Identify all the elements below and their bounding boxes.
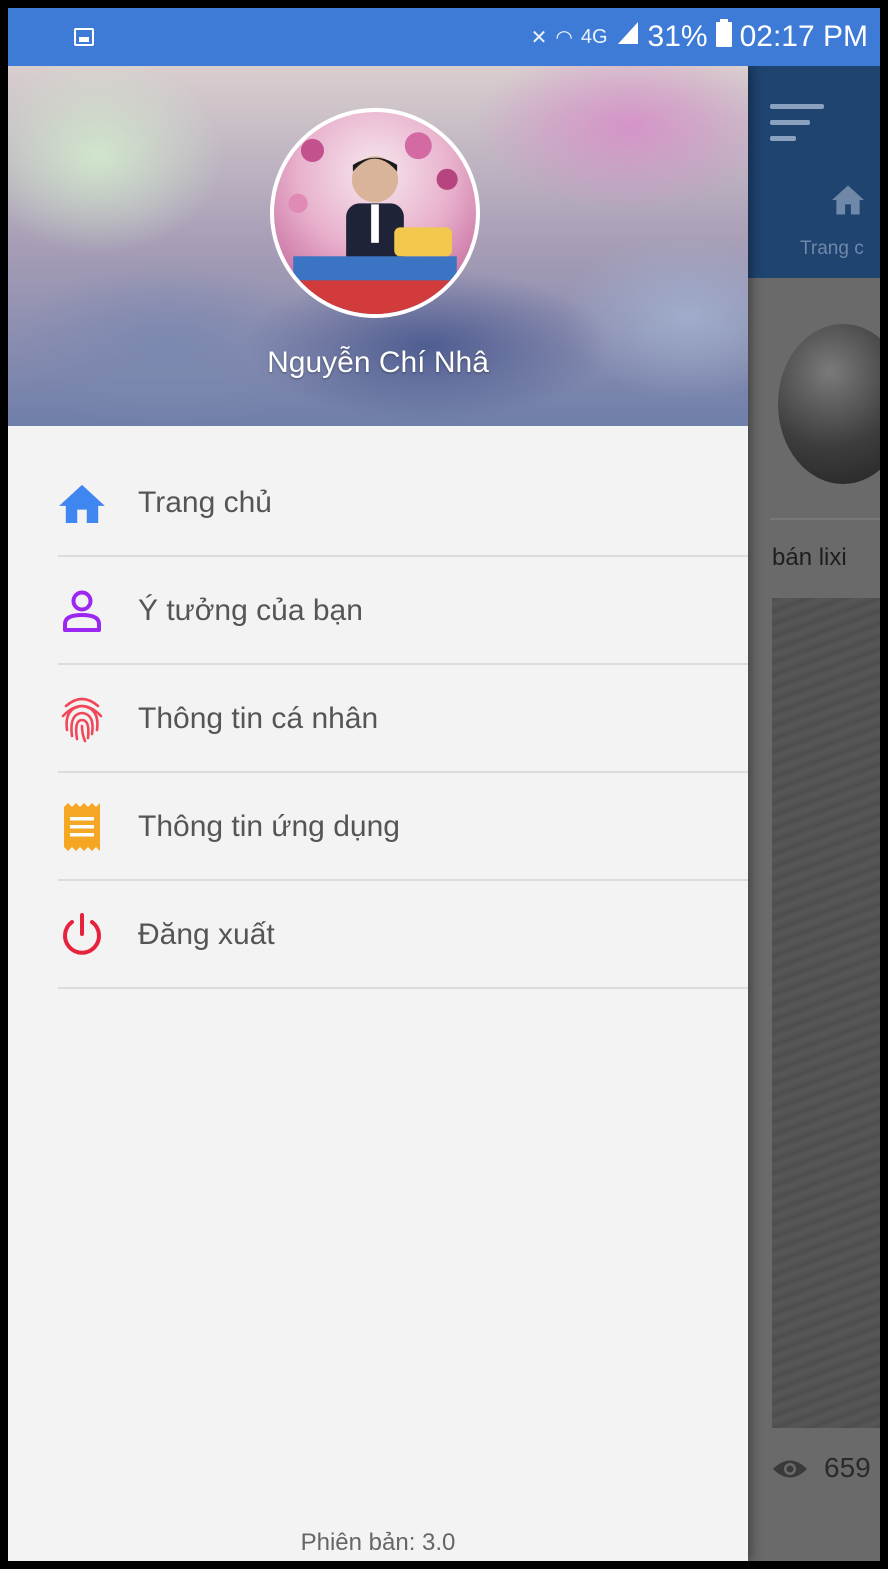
network-type-label: 4G [580,25,608,48]
avatar-photo [288,132,458,314]
menu-item-label: Ý tưởng của bạn [138,594,363,627]
menu-item-app-info[interactable]: Thông tin ứng dụng [8,773,748,881]
home-icon [832,185,864,215]
app-version: Phiên bản: 3.0 [300,1529,456,1556]
menu-item-profile[interactable]: Thông tin cá nhân [8,665,748,773]
drawer-menu: Trang chủ Ý tưởng của bạn Thông tin cá n… [8,449,748,989]
menu-item-label: Thông tin ứng dụng [138,810,400,843]
menu-item-label: Thông tin cá nhân [138,702,379,735]
gallery-notification-icon [74,28,94,46]
divider [770,518,880,520]
mute-icon: ✕ [530,26,548,49]
phone-screen: ✕ ◠ 4G 31% 02:17 PM Trang c bán lixi 659… [8,8,880,1561]
battery-percent: 31% [647,20,708,53]
receipt-icon [56,801,108,853]
post-text: bán lixi [772,544,847,571]
menu-item-ideas[interactable]: Ý tưởng của bạn [8,557,748,665]
menu-item-home[interactable]: Trang chủ [8,449,748,557]
hamburger-menu-icon [770,104,824,152]
status-indicators: ✕ ◠ 4G 31% 02:17 PM [531,8,868,66]
menu-item-logout[interactable]: Đăng xuất [8,881,748,989]
view-count: 659 [824,1452,871,1483]
background-app-scrim[interactable]: Trang c bán lixi 659 [748,66,880,1561]
status-bar: ✕ ◠ 4G 31% 02:17 PM [8,8,880,66]
drawer-header: Nguyễn Chí Nhâ [8,66,748,426]
person-icon [56,585,108,637]
background-app-header: Trang c [748,66,880,278]
home-tab-label: Trang c [800,238,864,259]
user-name: Nguyễn Chí Nhâ [267,346,489,379]
power-icon [56,909,108,961]
home-icon [56,477,108,529]
eye-icon [773,1460,807,1478]
user-avatar[interactable] [270,108,480,318]
battery-icon [715,19,732,55]
wifi-icon: ◠ [555,26,573,49]
clock: 02:17 PM [739,20,868,53]
post-image [772,598,880,1428]
navigation-drawer: Nguyễn Chí Nhâ Trang chủ Ý tưởng của bạn [8,66,748,1561]
fingerprint-icon [56,693,108,745]
signal-icon [616,20,640,54]
menu-item-label: Trang chủ [138,486,272,519]
post-author-avatar [778,324,880,484]
menu-item-label: Đăng xuất [138,918,275,951]
